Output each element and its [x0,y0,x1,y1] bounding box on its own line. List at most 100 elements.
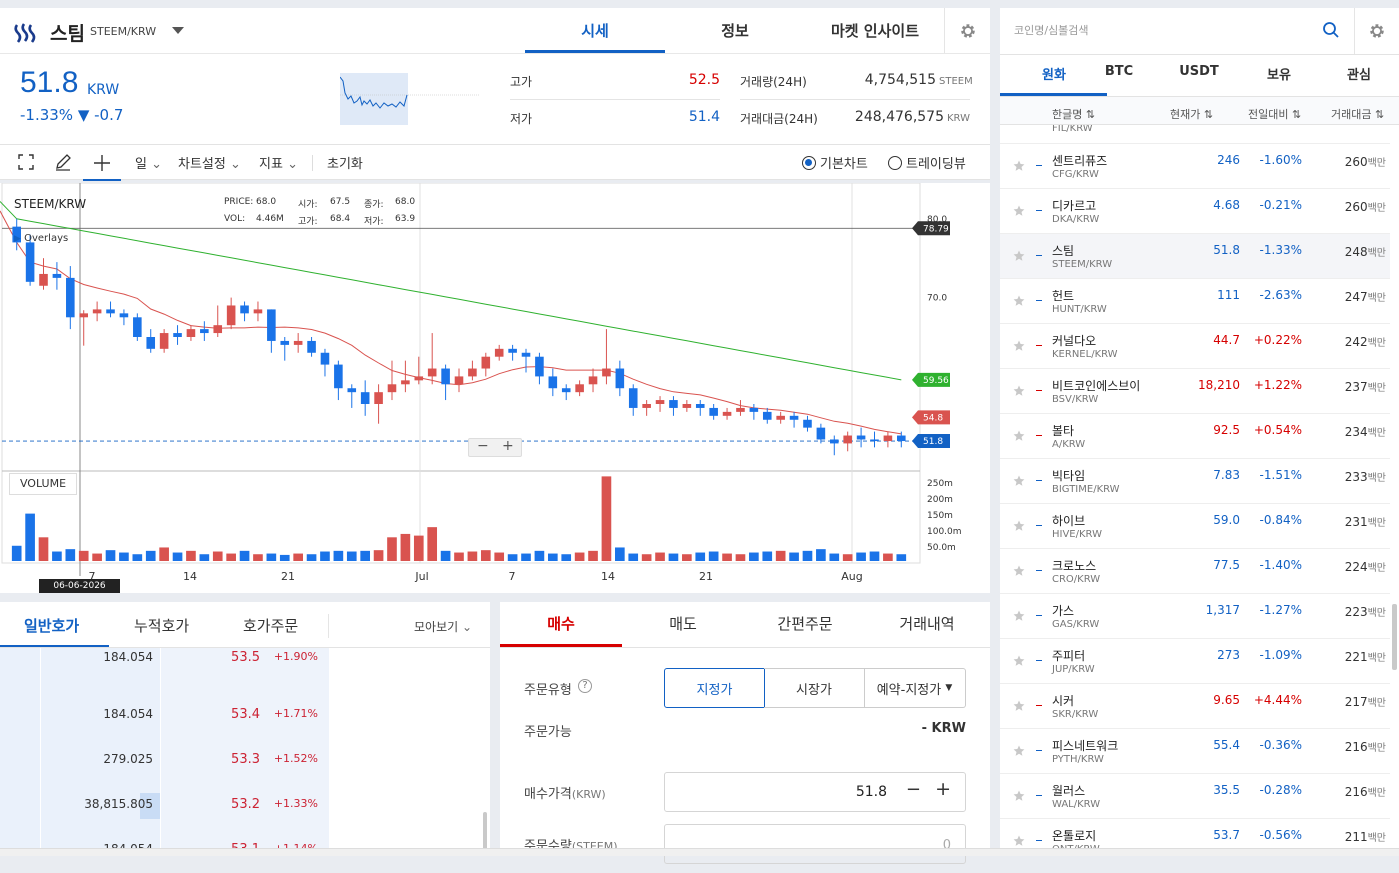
coin-name: 주피터 [1052,647,1085,664]
favorite-star-icon[interactable] [1013,835,1025,847]
coin-volume: 211백만 [1345,829,1386,844]
market-row[interactable]: 월러스WAL/KRW35.5-0.28%216백만 [1000,774,1390,819]
tab-simple-order[interactable]: 간편주문 [744,613,866,634]
favorite-star-icon[interactable] [1013,790,1025,802]
price-decrease-button[interactable]: − [906,779,921,800]
col-name-sort[interactable]: 한글명 ⇅ [1052,106,1095,122]
col-price-sort[interactable]: 현재가 ⇅ [1170,106,1213,122]
market-row[interactable]: 피스네트워크PYTH/KRW55.4-0.36%216백만 [1000,729,1390,774]
market-row[interactable]: 커널다오KERNEL/KRW44.7+0.22%242백만 [1000,324,1390,369]
basic-chart-radio[interactable]: 기본차트 [802,153,868,172]
fullscreen-icon[interactable] [18,154,34,170]
tab-market-insight[interactable]: 마켓 인사이트 [805,20,945,41]
favorite-star-icon[interactable] [1013,475,1025,487]
favorite-star-icon[interactable] [1013,610,1025,622]
market-row[interactable]: 가스GAS/KRW1,317-1.27%223백만 [1000,594,1390,639]
coin-volume-unit: 백만 [1368,788,1386,799]
candle-body [482,357,491,369]
limit-order-button[interactable]: 지정가 [664,668,765,708]
overlays-toggle[interactable]: ▶ Overlays [14,233,68,244]
list-settings-button[interactable] [1354,8,1399,54]
group-select[interactable]: 모아보기 ⌄ [414,618,472,635]
tab-cumulative-orderbook[interactable]: 누적호가 [134,615,189,636]
market-row[interactable]: 주피터JUP/KRW273-1.09%221백만 [1000,639,1390,684]
market-row[interactable]: 센트리퓨즈CFG/KRW246-1.60%260백만 [1000,144,1390,189]
favorite-star-icon[interactable] [1013,520,1025,532]
orderbook-qty: 38,815.805 [84,797,153,811]
trading-view-radio[interactable]: 트레이딩뷰 [888,153,966,172]
buy-price-input[interactable]: 51.8 − + [664,772,966,812]
bottom-scrollbar[interactable] [0,848,1399,856]
volume-24h-label: 거래량(24H) [740,73,807,90]
draw-pencil-icon[interactable] [54,153,72,171]
tab-history[interactable]: 거래내역 [866,613,988,634]
favorite-star-icon[interactable] [1013,700,1025,712]
coin-name[interactable]: 스팀 [50,19,85,46]
volume-bar [481,550,491,561]
orderbook-row[interactable]: 184.05453.4+1.71% [0,693,490,738]
price-chart[interactable]: 80.070.0250m200m150m100.0m50.0mJun71421J… [0,183,990,593]
tab-sell[interactable]: 매도 [622,613,744,634]
favorite-star-icon[interactable] [1013,565,1025,577]
favorite-star-icon[interactable] [1013,340,1025,352]
tab-info[interactable]: 정보 [665,20,805,41]
settings-button[interactable] [944,8,990,54]
market-order-button[interactable]: 시장가 [764,668,865,708]
tab-buy[interactable]: 매수 [500,613,622,634]
coin-change: -0.36% [1260,738,1302,752]
col-change-sort[interactable]: 전일대비 ⇅ [1248,106,1301,122]
zoom-in-button[interactable]: + [502,438,514,454]
market-row[interactable]: 디카르고DKA/KRW4.68-0.21%260백만 [1000,189,1390,234]
favorite-star-icon[interactable] [1013,205,1025,217]
favorite-star-icon[interactable] [1013,745,1025,757]
tab-price[interactable]: 시세 [525,20,665,41]
orderbook-row[interactable]: 279.02553.3+1.52% [0,738,490,783]
market-row[interactable]: 볼타A/KRW92.5+0.54%234백만 [1000,414,1390,459]
tab-usdt[interactable]: USDT [1159,64,1239,79]
indicators-select[interactable]: 지표 ⌄ [259,153,298,172]
candle-body [495,349,504,357]
market-row[interactable]: 시커SKR/KRW9.65+4.44%217백만 [1000,684,1390,729]
favorite-star-icon[interactable] [1013,430,1025,442]
crosshair-tool[interactable] [83,145,121,181]
list-scrollbar[interactable] [1392,604,1397,670]
reserved-limit-select[interactable]: 예약-지정가 ▼ [864,668,966,708]
orderbook-row[interactable]: 184.05453.5+1.90% [0,648,490,693]
market-row[interactable]: 빅타임BIGTIME/KRW7.83-1.51%233백만 [1000,459,1390,504]
coin-name: 센트리퓨즈 [1052,152,1107,169]
favorite-star-icon[interactable] [1013,385,1025,397]
market-row[interactable]: 스팀STEEM/KRW51.8-1.33%248백만 [1000,234,1390,279]
period-select[interactable]: 일 ⌄ [135,153,162,172]
tab-orderbook-order[interactable]: 호가주문 [243,615,298,636]
favorite-star-icon[interactable] [1013,655,1025,667]
quantity-input[interactable]: 0 [664,824,966,864]
search-icon[interactable] [1322,21,1340,39]
market-row[interactable]: 비트코인에스브이BSV/KRW18,210+1.22%237백만 [1000,369,1390,414]
coin-pair[interactable]: STEEM/KRW [90,25,156,38]
volume-tick-label: 200m [927,495,953,505]
tab-favorites[interactable]: 관심 [1319,64,1399,83]
orderbook-row[interactable]: 38,815.80553.2+1.33% [0,783,490,828]
coin-select-arrow-icon[interactable] [172,27,184,34]
tab-holdings[interactable]: 보유 [1239,64,1319,83]
favorite-star-icon[interactable] [1013,160,1025,172]
favorite-star-icon[interactable] [1013,295,1025,307]
zoom-out-button[interactable]: − [477,438,489,454]
reset-button[interactable]: 초기화 [327,153,363,172]
market-row[interactable]: 헌트HUNT/KRW111-2.63%247백만 [1000,279,1390,324]
candle-body [562,388,571,392]
candlestick-chart[interactable]: 80.070.0250m200m150m100.0m50.0mJun71421J… [0,183,990,593]
col-volume-sort[interactable]: 거래대금 ⇅ [1331,106,1384,122]
candle-body [616,369,625,389]
tab-btc[interactable]: BTC [1079,64,1159,79]
favorite-star-icon[interactable] [1013,250,1025,262]
tab-general-orderbook[interactable]: 일반호가 [24,615,79,636]
price-increase-button[interactable]: + [935,778,951,800]
market-row[interactable]: 하이브HIVE/KRW59.0-0.84%231백만 [1000,504,1390,549]
coin-volume-unit: 백만 [1368,383,1386,394]
chart-settings-select[interactable]: 차트설정 ⌄ [178,153,241,172]
market-row[interactable]: 크로노스CRO/KRW77.5-1.40%224백만 [1000,549,1390,594]
candle-body [857,436,866,440]
coin-search-box[interactable]: 코인명/심볼검색 [1000,8,1354,54]
help-icon[interactable]: ? [578,679,592,693]
